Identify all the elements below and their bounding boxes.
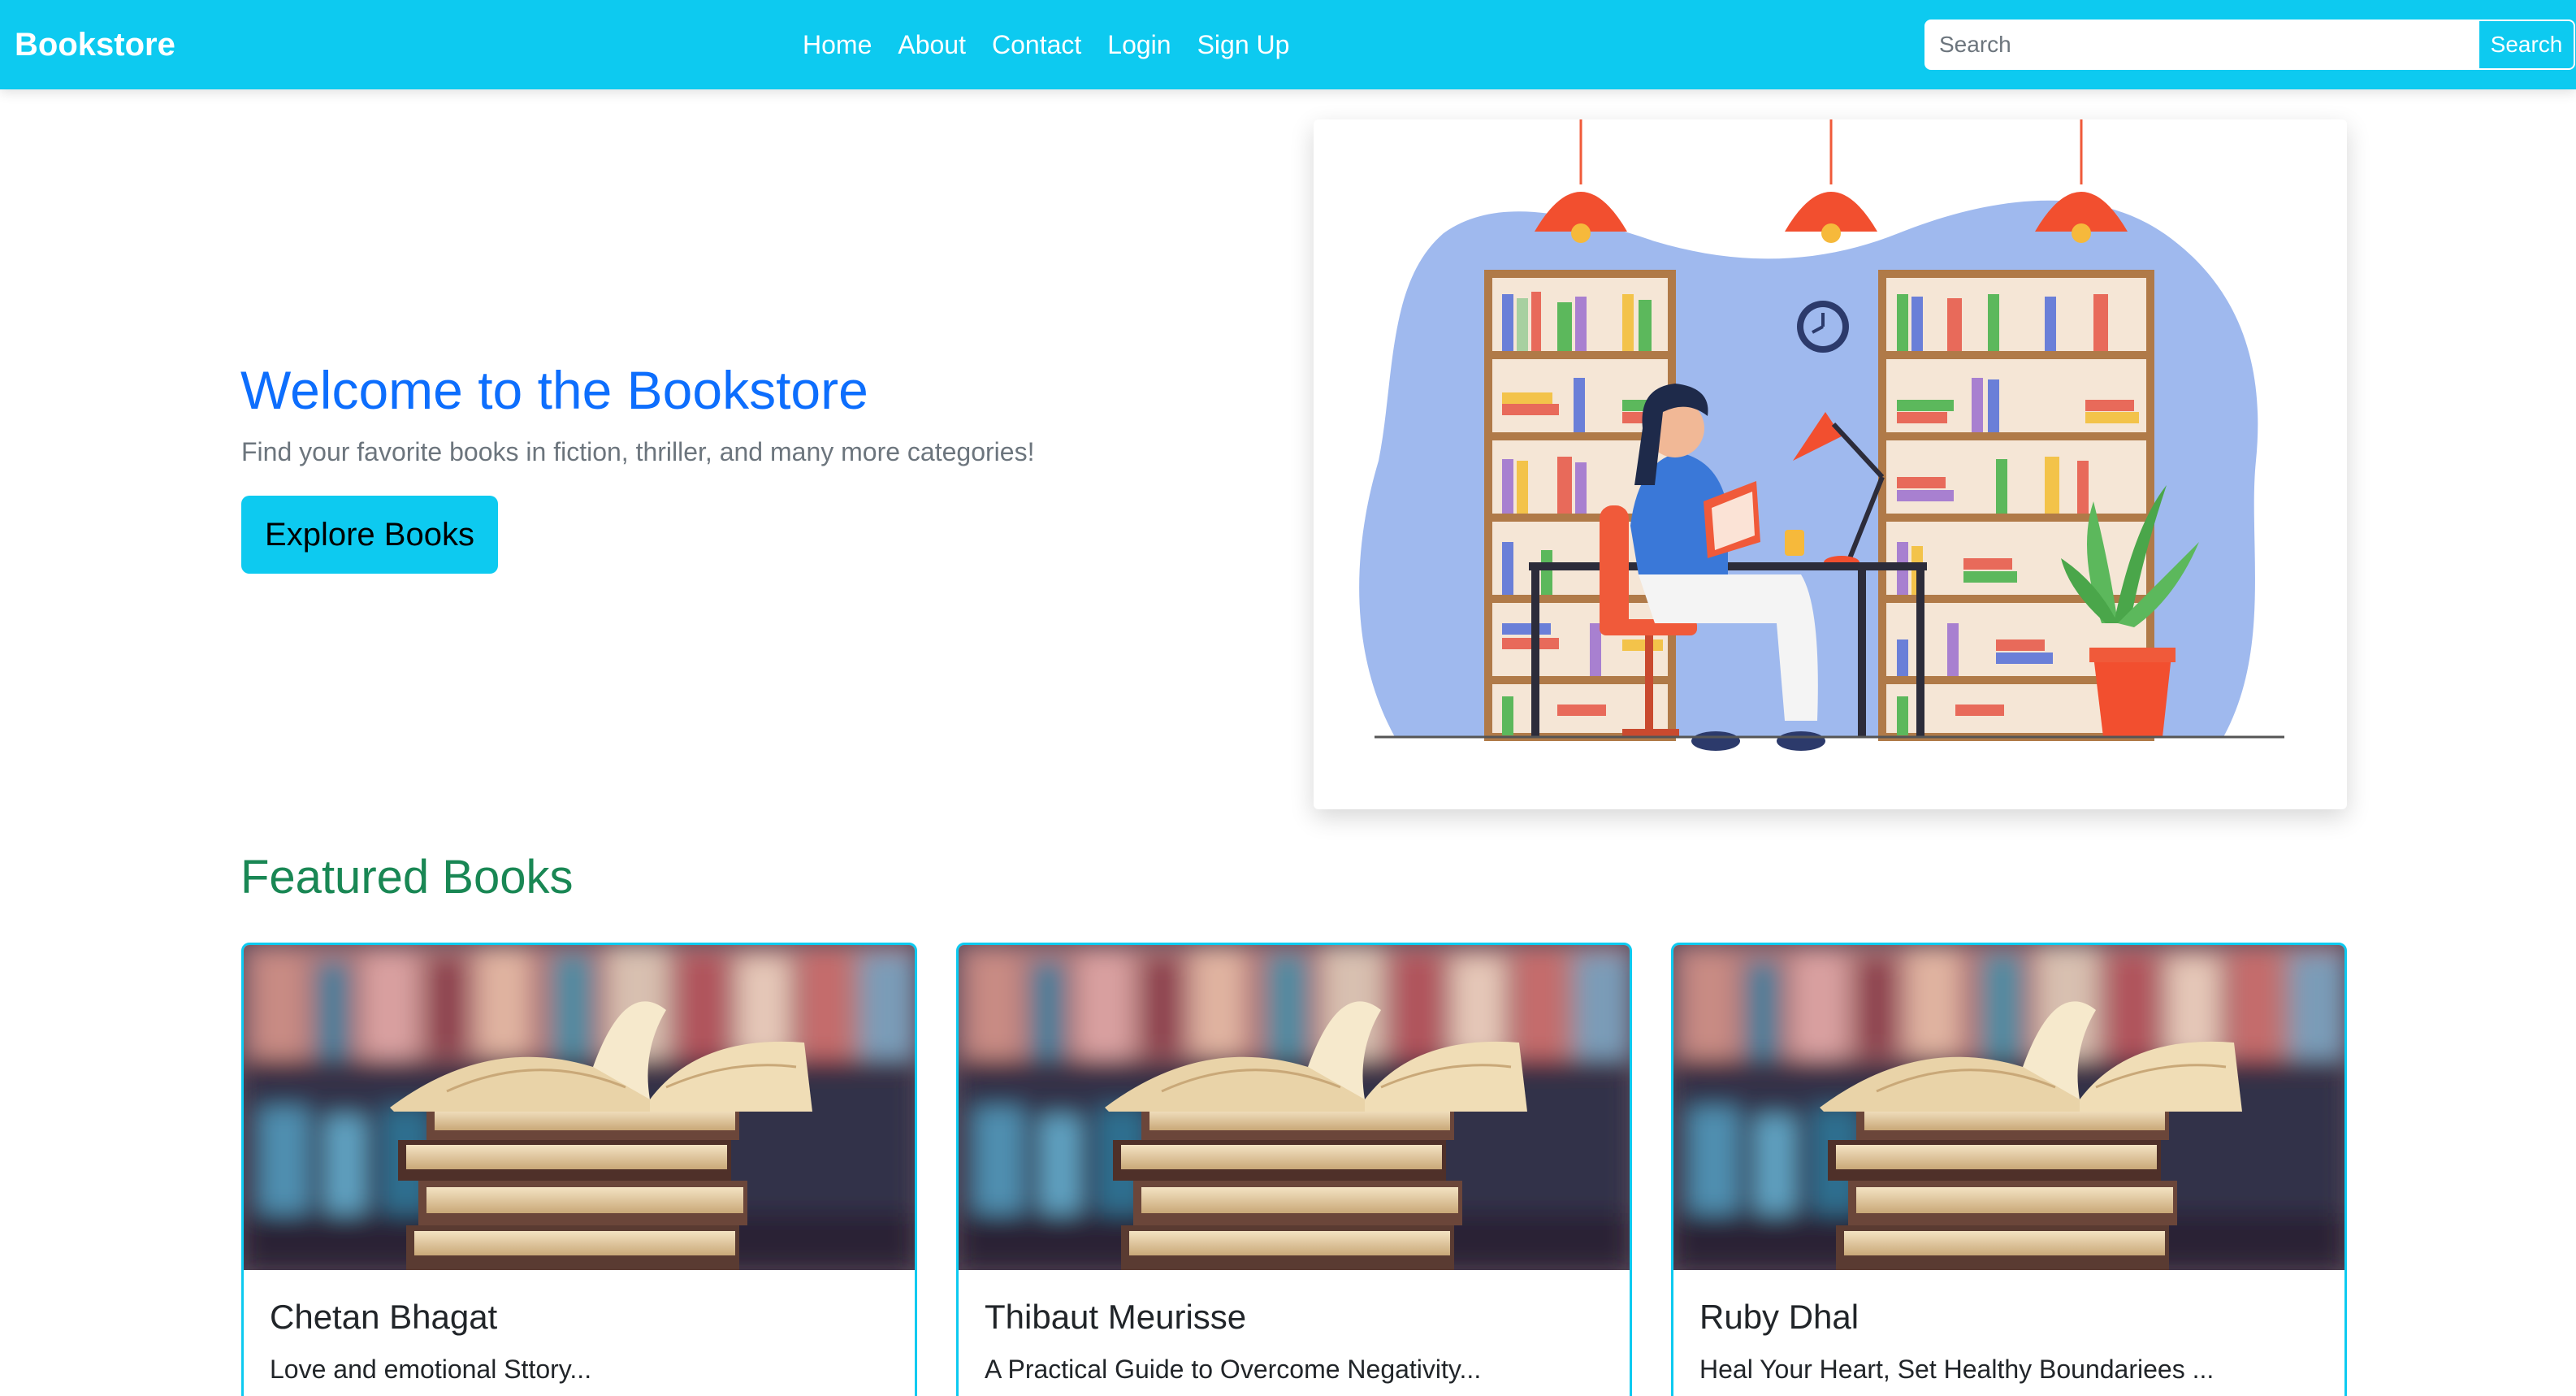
- book-card-title: Chetan Bhagat: [270, 1298, 498, 1336]
- library-reading-illustration-icon: [1359, 119, 2284, 751]
- search-form: Search: [1924, 20, 2575, 70]
- open-book-stack-photo-icon: [1673, 945, 2344, 1270]
- explore-books-button[interactable]: Explore Books: [241, 496, 498, 574]
- open-book-stack-photo-icon: [959, 945, 1630, 1270]
- book-card-title: Thibaut Meurisse: [985, 1298, 1247, 1336]
- book-card[interactable]: Ruby Dhal Heal Your Heart, Set Healthy B…: [1671, 943, 2347, 1396]
- nav-links: Home About Contact Login Sign Up: [803, 26, 1289, 63]
- nav-link-about[interactable]: About: [898, 26, 966, 63]
- nav-link-login[interactable]: Login: [1107, 26, 1171, 63]
- hero-title: Welcome to the Bookstore: [240, 360, 868, 420]
- book-card-text: Heal Your Heart, Set Healthy Boundariees…: [1699, 1355, 2214, 1384]
- brand-logo[interactable]: Bookstore: [15, 24, 175, 65]
- search-input[interactable]: [1924, 20, 2479, 70]
- book-card[interactable]: Thibaut Meurisse A Practical Guide to Ov…: [956, 943, 1632, 1396]
- nav-link-signup[interactable]: Sign Up: [1197, 26, 1290, 63]
- book-card-text: A Practical Guide to Overcome Negativity…: [985, 1355, 1482, 1384]
- nav-link-contact[interactable]: Contact: [992, 26, 1081, 63]
- search-button[interactable]: Search: [2479, 20, 2575, 70]
- book-card[interactable]: Chetan Bhagat Love and emotional Sttory.…: [241, 943, 917, 1396]
- hero-subtitle: Find your favorite books in fiction, thr…: [241, 437, 1035, 466]
- nav-link-home[interactable]: Home: [803, 26, 872, 63]
- open-book-stack-photo-icon: [244, 945, 915, 1270]
- featured-books-title: Featured Books: [240, 851, 574, 904]
- book-card-text: Love and emotional Sttory...: [270, 1355, 592, 1384]
- navbar: Bookstore Home About Contact Login Sign …: [0, 0, 2576, 89]
- hero-illustration: [1314, 119, 2347, 809]
- book-card-title: Ruby Dhal: [1699, 1298, 1859, 1336]
